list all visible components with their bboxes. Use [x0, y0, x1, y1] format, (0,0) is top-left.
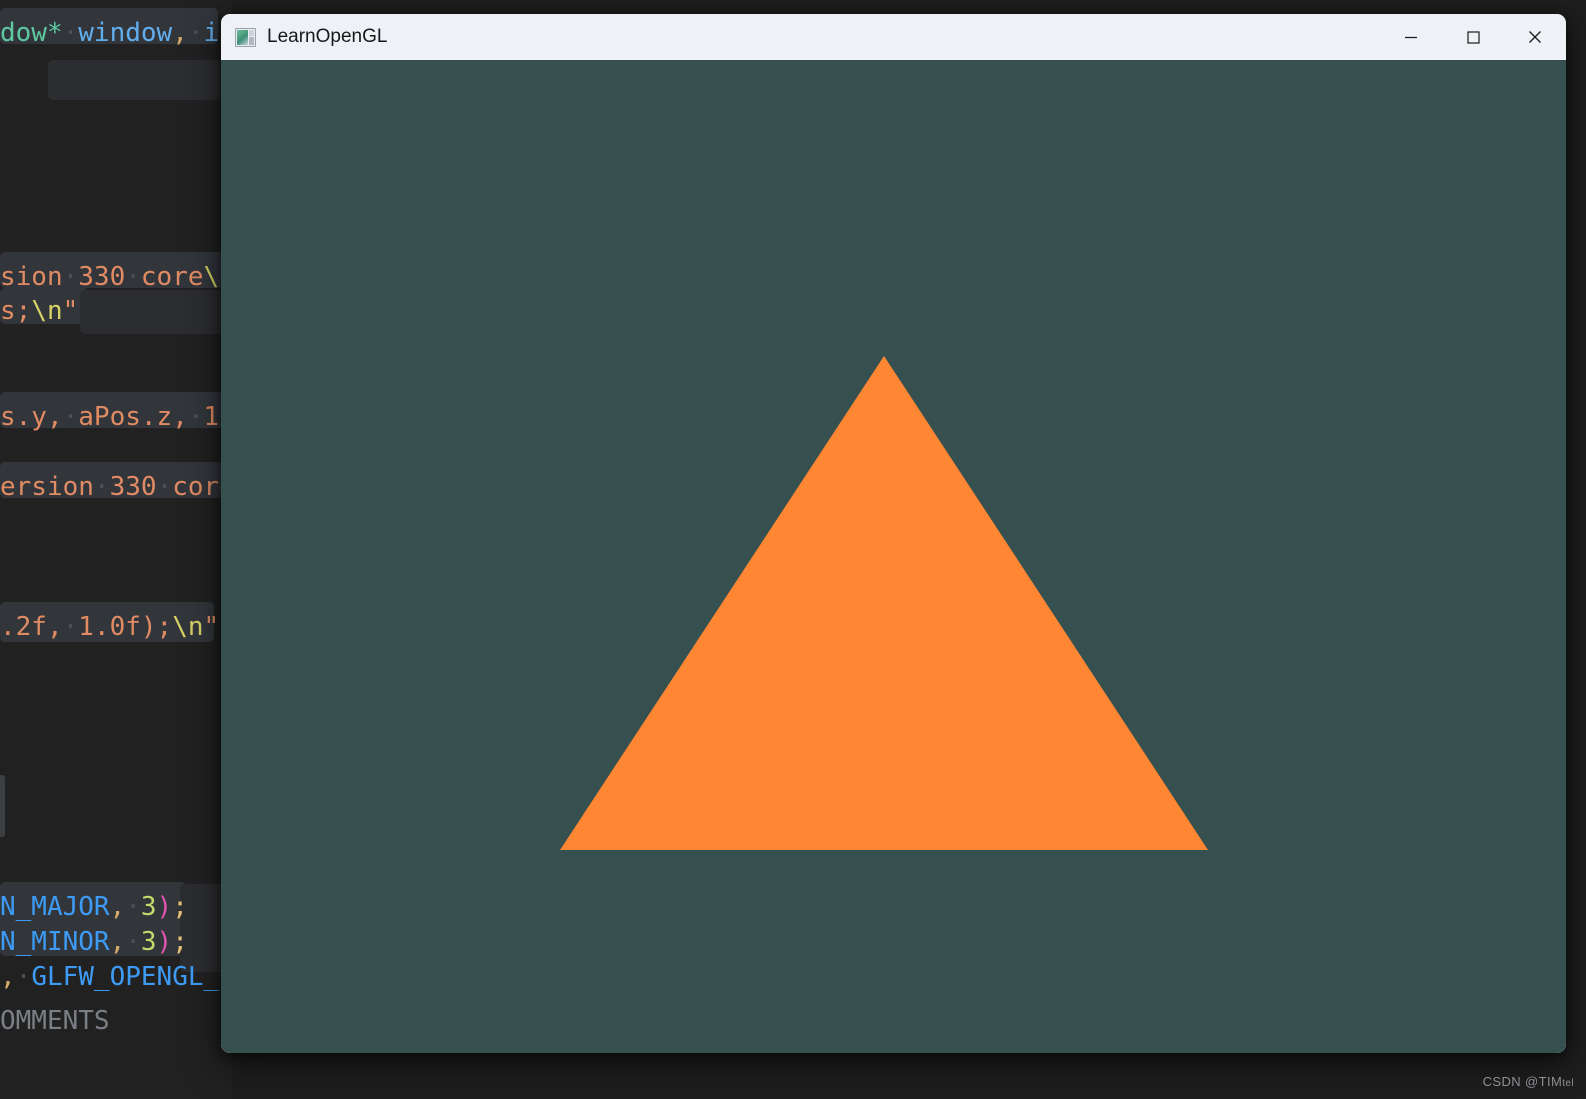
- code-token: ;: [172, 927, 188, 957]
- code-line: s.y,·aPos.z,·1.0: [0, 400, 250, 434]
- maximize-button[interactable]: [1442, 14, 1504, 60]
- code-highlight-block: [80, 290, 230, 334]
- app-icon-side-panel-top: [249, 29, 254, 36]
- window-controls-group: [1380, 14, 1566, 60]
- code-token: 3: [140, 927, 157, 957]
- code-token: ·: [62, 18, 79, 48]
- code-token: ": [203, 612, 220, 642]
- watermark-prefix: CSDN @TIM: [1482, 1074, 1563, 1089]
- code-token: OMMENTS: [0, 1006, 110, 1036]
- opengl-viewport[interactable]: [221, 60, 1566, 1053]
- code-token: ·: [15, 962, 32, 992]
- code-token: ·: [62, 262, 79, 292]
- code-token: 1.0f);: [78, 612, 173, 642]
- title-bar-left-group: LearnOpenGL: [221, 26, 1380, 48]
- code-token: ;: [172, 892, 188, 922]
- code-token: ·: [62, 612, 79, 642]
- code-token: ): [156, 927, 173, 957]
- code-token: ·: [125, 892, 141, 922]
- code-token: core: [140, 262, 204, 292]
- code-token: ·: [93, 472, 110, 502]
- code-token: ,: [172, 18, 188, 48]
- code-token: 330: [109, 472, 157, 502]
- minimize-icon: [1400, 26, 1422, 48]
- code-token: ·: [187, 402, 204, 432]
- code-token: s;: [0, 296, 32, 326]
- application-window-icon: [235, 27, 256, 47]
- editor-left-indicator: [0, 775, 5, 837]
- code-line: ersion·330·core\: [0, 470, 250, 504]
- code-line: N_MINOR,·3);: [0, 925, 188, 959]
- code-token: N_MINOR: [0, 927, 110, 957]
- code-line: OMMENTS: [0, 1004, 110, 1038]
- code-token: ·: [187, 18, 204, 48]
- code-line: N_MAJOR,·3);: [0, 890, 188, 924]
- code-token: ·: [125, 927, 141, 957]
- close-button[interactable]: [1504, 14, 1566, 60]
- code-token: ·: [62, 402, 79, 432]
- minimize-button[interactable]: [1380, 14, 1442, 60]
- code-line: dow*·window,·int: [0, 16, 250, 50]
- code-token: ,: [109, 892, 126, 922]
- code-token: ·: [156, 472, 173, 502]
- code-token: .2f,: [0, 612, 63, 642]
- code-highlight-block: [48, 60, 220, 100]
- code-token: N_MAJOR: [0, 892, 110, 922]
- code-token: 330: [78, 262, 126, 292]
- code-token: \n: [172, 612, 204, 642]
- maximize-icon: [1462, 26, 1484, 48]
- code-token: s.y,: [0, 402, 63, 432]
- code-token: window: [78, 18, 173, 48]
- code-line: .2f,·1.0f);\n": [0, 610, 219, 644]
- rendered-triangle: [560, 356, 1208, 850]
- window-title-text: LearnOpenGL: [267, 26, 388, 47]
- code-token: ,: [0, 962, 16, 992]
- code-token: ": [62, 296, 79, 326]
- code-line: sion·330·core\n": [0, 260, 251, 294]
- code-token: dow*: [0, 18, 63, 48]
- app-icon-main-panel: [237, 29, 248, 45]
- code-token: ): [156, 892, 173, 922]
- window-title-bar[interactable]: LearnOpenGL: [221, 14, 1566, 60]
- code-token: aPos.z,: [78, 402, 188, 432]
- code-token: GLFW_OPENGL_CO: [31, 962, 251, 992]
- code-token: \n: [31, 296, 63, 326]
- watermark-suffix: tel: [1562, 1078, 1574, 1089]
- code-token: ,: [109, 927, 126, 957]
- learnopengl-window[interactable]: LearnOpenGL: [221, 14, 1566, 1053]
- code-token: sion: [0, 262, 63, 292]
- code-token: ·: [125, 262, 141, 292]
- code-token: ersion: [0, 472, 94, 502]
- close-icon: [1524, 26, 1546, 48]
- code-token: 3: [140, 892, 157, 922]
- watermark: CSDN @TIMtel: [1483, 1074, 1574, 1089]
- app-icon-side-panel-bottom: [249, 36, 254, 45]
- code-line: s;\n": [0, 294, 78, 328]
- code-line: ,·GLFW_OPENGL_CO: [0, 960, 250, 994]
